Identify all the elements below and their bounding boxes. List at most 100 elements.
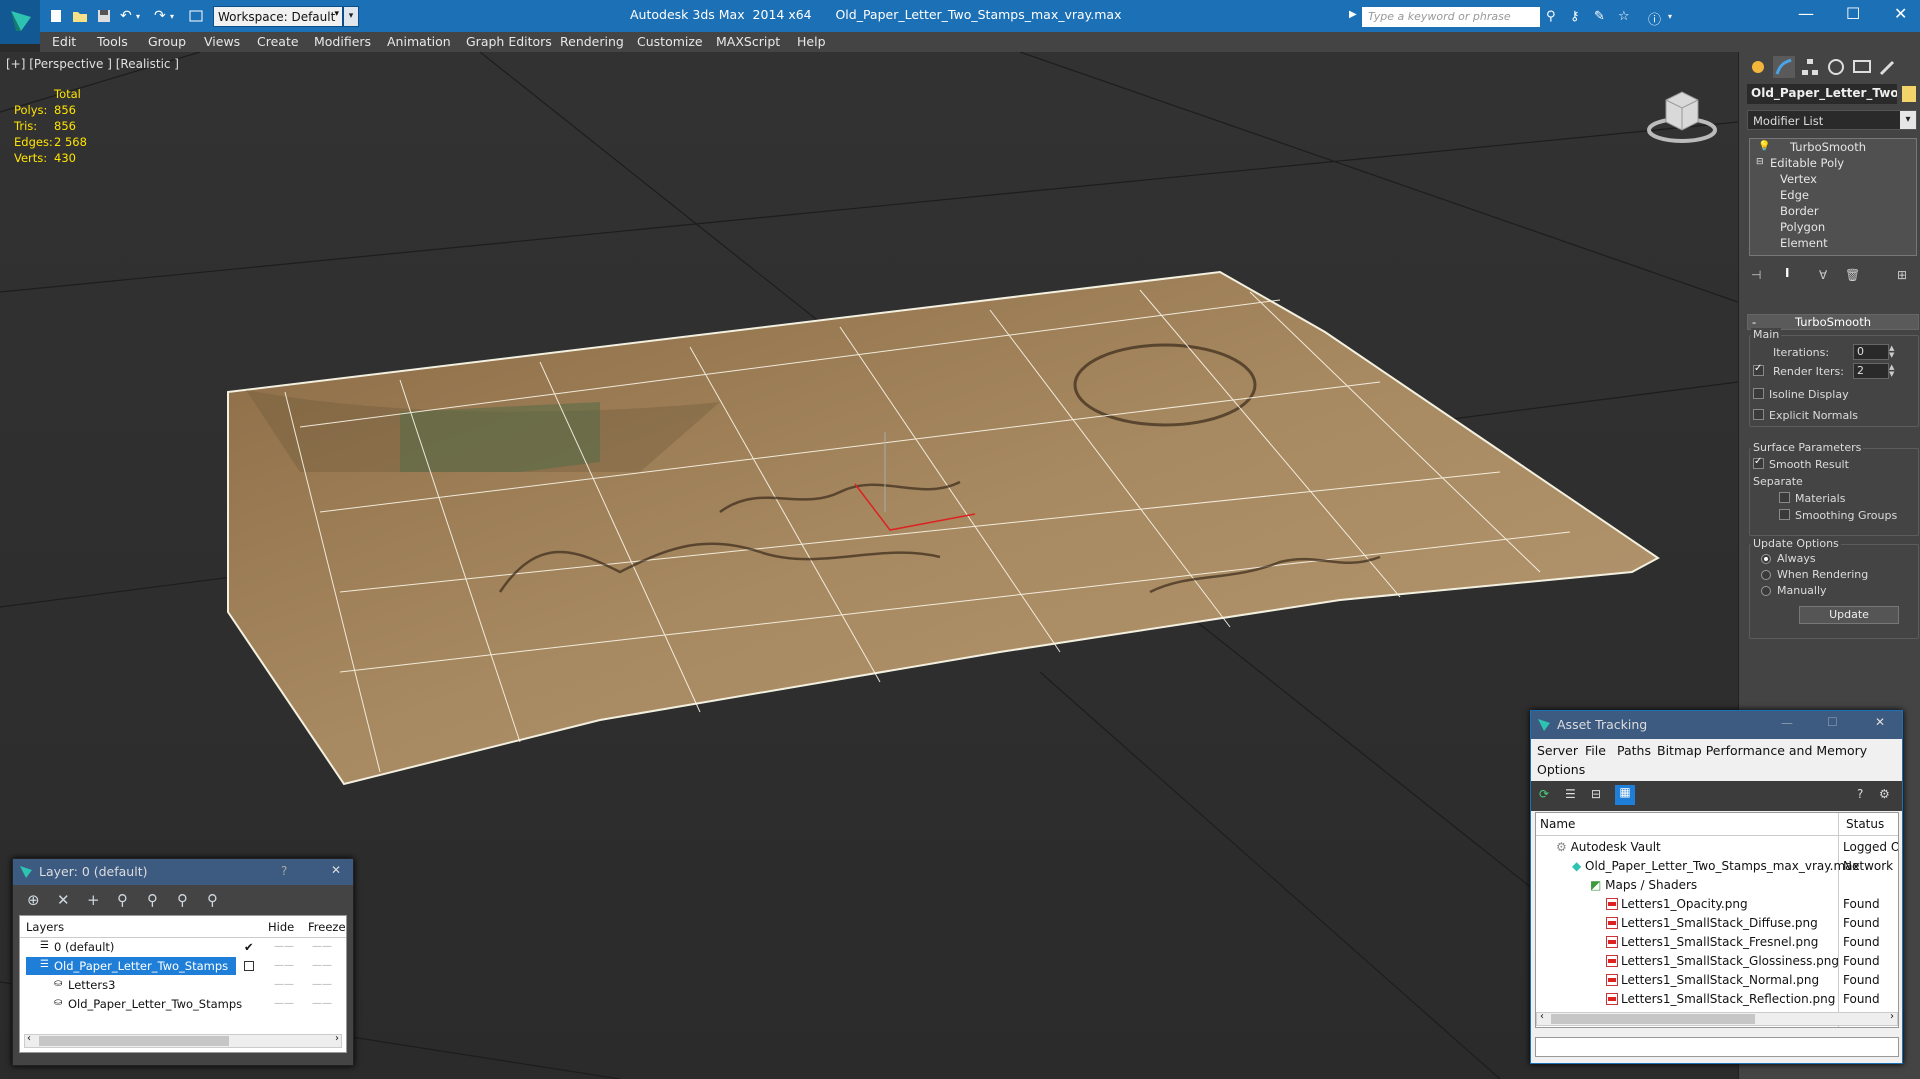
materials-checkbox[interactable] [1779, 492, 1790, 503]
menu-file[interactable]: File [1585, 743, 1606, 758]
search-expand-icon[interactable]: ▶ [1349, 9, 1357, 20]
make-unique-icon[interactable]: ∀ [1819, 268, 1827, 282]
maximize-button[interactable]: ☐ [1846, 4, 1860, 23]
help-dropdown-icon[interactable]: ▾ [1668, 12, 1686, 28]
menu-modifiers[interactable]: Modifiers [314, 34, 371, 49]
remove-modifier-icon[interactable]: 🗑 [1845, 268, 1860, 282]
checkmark-icon[interactable]: ✔ [244, 940, 254, 954]
modify-tab-icon[interactable] [1773, 56, 1795, 78]
utilities-tab-icon[interactable] [1877, 56, 1899, 78]
hide-toggle[interactable]: —— [274, 979, 294, 990]
asset-row[interactable]: Letters1_Opacity.png Found [1536, 895, 1898, 914]
hide-toggle[interactable]: —— [274, 941, 294, 952]
isoline-display-checkbox[interactable] [1753, 388, 1764, 399]
horizontal-scrollbar[interactable]: ‹ › [24, 1033, 342, 1048]
render-iters-spinner[interactable]: 2 [1853, 363, 1889, 379]
menu-customize[interactable]: Customize [637, 34, 703, 49]
freeze-toggle[interactable]: —— [312, 998, 332, 1009]
column-header-name[interactable]: Name [1540, 817, 1575, 831]
menu-maxscript[interactable]: MAXScript [716, 34, 780, 49]
column-header-status[interactable]: Status [1846, 817, 1884, 831]
asset-row[interactable]: ⚙ Autodesk Vault Logged O [1536, 838, 1898, 857]
close-icon[interactable]: ✕ [331, 863, 341, 877]
subscription-icon[interactable]: ⚷ [1570, 9, 1588, 25]
binoculars-icon[interactable]: ⚲ [1546, 9, 1564, 25]
menu-paths[interactable]: Paths [1617, 743, 1651, 758]
stack-item-editable-poly[interactable]: Editable Poly [1770, 156, 1844, 170]
scroll-right-icon[interactable]: › [335, 1033, 339, 1044]
freeze-toggle[interactable]: —— [312, 941, 332, 952]
delete-layer-icon[interactable]: ✕ [57, 891, 75, 909]
smooth-result-checkbox[interactable] [1753, 456, 1764, 469]
object-color-swatch[interactable] [1902, 86, 1916, 102]
freeze-all-icon[interactable]: ⚲ [207, 891, 225, 909]
add-to-layer-icon[interactable]: + [87, 891, 105, 909]
app-logo[interactable] [0, 0, 40, 44]
manually-radio[interactable] [1761, 586, 1771, 596]
quick-access-dropdown[interactable]: ▾ [343, 6, 359, 27]
undo-dropdown-icon[interactable]: ▾ [136, 12, 154, 28]
scroll-thumb[interactable] [39, 1036, 229, 1046]
menu-edit[interactable]: Edit [52, 34, 76, 49]
asset-row[interactable]: Letters1_SmallStack_Glossiness.png Found [1536, 952, 1898, 971]
iterations-spinner[interactable]: 0 [1853, 344, 1889, 360]
refresh-icon[interactable]: ⟳ [1539, 787, 1549, 801]
select-objects-icon[interactable]: ⚲ [117, 891, 135, 909]
help-icon[interactable]: ? [1857, 787, 1863, 801]
search-input[interactable]: Type a keyword or phrase [1362, 7, 1540, 27]
asset-row[interactable]: Letters1_SmallStack_Fresnel.png Found [1536, 933, 1898, 952]
hide-toggle[interactable]: —— [274, 960, 294, 971]
menu-rendering[interactable]: Rendering [560, 34, 624, 49]
spinner-arrows-icon[interactable]: ▲ ▼ [1889, 345, 1897, 361]
settings-icon[interactable]: ⚙ [1879, 787, 1890, 801]
asset-row[interactable]: ◆ Old_Paper_Letter_Two_Stamps_max_vray.m… [1536, 857, 1898, 876]
subobject-border[interactable]: Border [1780, 204, 1819, 218]
menu-group[interactable]: Group [148, 34, 186, 49]
viewcube[interactable] [1640, 82, 1720, 155]
scroll-left-icon[interactable]: ‹ [1540, 1011, 1544, 1022]
menu-server[interactable]: Server [1537, 743, 1578, 758]
set-current-checkbox[interactable] [244, 961, 254, 971]
freeze-toggle[interactable]: —— [312, 960, 332, 971]
help-button[interactable]: ? [281, 864, 287, 878]
menu-graph-editors[interactable]: Graph Editors [466, 34, 552, 49]
close-button[interactable]: ✕ [1894, 4, 1907, 23]
asset-row[interactable]: ◩ Maps / Shaders [1536, 876, 1898, 895]
asset-window-titlebar[interactable]: Asset Tracking — ☐ ✕ [1531, 711, 1902, 739]
paper-letter-mesh[interactable] [227, 270, 1660, 786]
menu-bitmap-performance[interactable]: Bitmap Performance and Memory [1657, 743, 1867, 758]
subobject-vertex[interactable]: Vertex [1780, 172, 1817, 186]
motion-tab-icon[interactable] [1825, 56, 1847, 78]
display-tab-icon[interactable] [1851, 56, 1873, 78]
expand-minus-icon[interactable]: ⊟ [1756, 157, 1764, 167]
modifier-list-dropdown[interactable]: Modifier List ▾ [1747, 110, 1917, 130]
render-iters-checkbox[interactable] [1753, 363, 1764, 376]
column-header-freeze[interactable]: Freeze [308, 920, 346, 934]
asset-row[interactable]: Letters1_SmallStack_Normal.png Found [1536, 971, 1898, 990]
redo-dropdown-icon[interactable]: ▾ [170, 12, 188, 28]
small-icons-view-icon[interactable]: ⊟ [1591, 787, 1601, 801]
new-file-icon[interactable] [48, 8, 66, 24]
help-icon[interactable]: ⓘ [1648, 9, 1666, 28]
object-name-field[interactable]: Old_Paper_Letter_Two_Stamps [1747, 84, 1897, 104]
freeze-toggle[interactable]: —— [312, 979, 332, 990]
scroll-thumb[interactable] [1551, 1014, 1755, 1024]
horizontal-scrollbar[interactable]: ‹ › [1536, 1011, 1898, 1026]
always-radio[interactable] [1761, 554, 1771, 564]
column-header-hide[interactable]: Hide [268, 920, 294, 934]
highlight-layer-icon[interactable]: ⚲ [147, 891, 165, 909]
new-layer-icon[interactable]: ⊕ [27, 891, 45, 909]
minimize-button[interactable]: — [1798, 4, 1814, 23]
list-view-icon[interactable]: ☰ [1565, 787, 1576, 801]
minimize-button[interactable]: — [1781, 716, 1793, 730]
column-header-layers[interactable]: Layers [26, 920, 64, 934]
subobject-edge[interactable]: Edge [1780, 188, 1809, 202]
hide-all-icon[interactable]: ⚲ [177, 891, 195, 909]
hierarchy-tab-icon[interactable] [1799, 56, 1821, 78]
create-tab-icon[interactable] [1747, 56, 1769, 78]
menu-help[interactable]: Help [797, 34, 826, 49]
subobject-polygon[interactable]: Polygon [1780, 220, 1825, 234]
update-button[interactable]: Update [1799, 606, 1899, 624]
layer-window-titlebar[interactable]: Layer: 0 (default) ? ✕ [13, 859, 353, 885]
spinner-arrows-icon[interactable]: ▲ ▼ [1889, 364, 1897, 380]
